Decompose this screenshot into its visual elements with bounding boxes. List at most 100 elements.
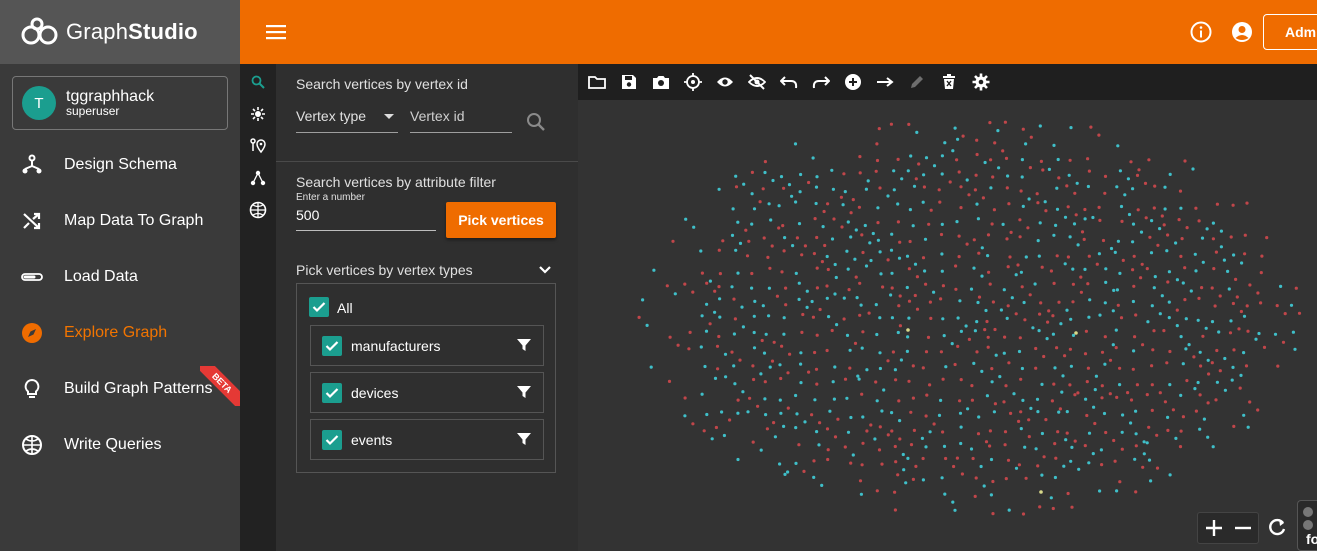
graph-vertex[interactable] <box>730 233 735 237</box>
graph-vertex[interactable] <box>858 479 863 483</box>
graph-vertex[interactable] <box>733 382 737 386</box>
graph-vertex[interactable] <box>732 364 736 368</box>
graph-vertex[interactable] <box>1065 184 1069 188</box>
graph-vertex[interactable] <box>886 258 890 262</box>
graph-vertex[interactable] <box>1206 358 1210 362</box>
graph-vertex[interactable] <box>783 472 787 476</box>
graph-vertex[interactable] <box>843 190 847 194</box>
graph-vertex[interactable] <box>1166 428 1170 432</box>
graph-vertex[interactable] <box>768 365 772 369</box>
graph-vertex[interactable] <box>1020 285 1024 289</box>
graph-vertex[interactable] <box>812 475 816 479</box>
graph-vertex[interactable] <box>826 448 830 452</box>
graph-vertex[interactable] <box>958 399 962 403</box>
graph-vertex[interactable] <box>750 286 754 290</box>
graph-vertex[interactable] <box>1113 459 1117 463</box>
graph-vertex[interactable] <box>908 208 912 212</box>
graph-vertex[interactable] <box>1115 288 1119 292</box>
graph-vertex[interactable] <box>1050 399 1054 403</box>
graph-vertex[interactable] <box>1260 254 1264 258</box>
graph-vertex[interactable] <box>941 430 945 434</box>
graph-vertex[interactable] <box>1167 300 1171 304</box>
graph-vertex[interactable] <box>1244 364 1249 368</box>
graph-vertex[interactable] <box>902 468 906 472</box>
graph-vertex[interactable] <box>1097 205 1101 209</box>
graph-vertex[interactable] <box>847 288 851 292</box>
graph-vertex[interactable] <box>923 269 927 273</box>
graph-vertex[interactable] <box>959 425 963 429</box>
graph-vertex[interactable] <box>1234 277 1238 281</box>
graph-vertex[interactable] <box>1147 425 1151 429</box>
graph-vertex[interactable] <box>965 242 969 246</box>
graph-vertex[interactable] <box>1179 393 1183 397</box>
graph-vertex[interactable] <box>736 457 740 462</box>
graph-vertex[interactable] <box>956 137 960 141</box>
graph-vertex[interactable] <box>797 297 801 301</box>
graph-vertex[interactable] <box>986 233 991 237</box>
graph-vertex[interactable] <box>1226 269 1230 273</box>
globe-query-icon[interactable] <box>248 200 268 220</box>
graph-vertex[interactable] <box>951 500 955 504</box>
graph-vertex[interactable] <box>905 254 910 258</box>
graph-vertex-highlighted[interactable] <box>1074 331 1078 335</box>
graph-vertex[interactable] <box>759 372 763 376</box>
graph-vertex[interactable] <box>1118 480 1122 484</box>
graph-vertex[interactable] <box>1079 290 1083 294</box>
graph-vertex[interactable] <box>1183 298 1187 302</box>
graph-vertex[interactable] <box>1162 223 1166 227</box>
graph-vertex[interactable] <box>1010 296 1014 300</box>
graph-vertex[interactable] <box>1017 419 1021 423</box>
graph-vertex[interactable] <box>1111 309 1115 313</box>
graph-vertex[interactable] <box>922 185 926 189</box>
graph-vertex[interactable] <box>959 441 963 446</box>
graph-vertex[interactable] <box>880 462 884 466</box>
graph-vertex[interactable] <box>1114 328 1118 332</box>
locate-icon[interactable] <box>683 72 703 92</box>
graph-vertex[interactable] <box>783 236 787 240</box>
graph-vertex[interactable] <box>942 444 947 448</box>
graph-vertex[interactable] <box>1019 410 1023 414</box>
graph-vertex[interactable] <box>684 217 688 221</box>
graph-vertex[interactable] <box>715 344 720 348</box>
graph-vertex[interactable] <box>1103 191 1107 195</box>
graph-vertex[interactable] <box>641 298 645 302</box>
graph-vertex[interactable] <box>1059 322 1063 326</box>
graph-vertex[interactable] <box>794 393 798 398</box>
graph-vertex[interactable] <box>890 316 894 320</box>
graph-vertex[interactable] <box>1194 269 1198 273</box>
graph-vertex[interactable] <box>1083 267 1087 271</box>
graph-vertex[interactable] <box>1086 157 1090 161</box>
graph-vertex[interactable] <box>831 380 835 384</box>
graph-vertex[interactable] <box>890 232 894 236</box>
graph-vertex[interactable] <box>1028 166 1032 170</box>
graph-vertex[interactable] <box>1129 421 1133 425</box>
graph-vertex[interactable] <box>940 476 944 480</box>
graph-vertex[interactable] <box>1104 430 1108 435</box>
graph-vertex[interactable] <box>1040 473 1044 477</box>
graph-vertex[interactable] <box>1035 397 1040 401</box>
screenshot-icon[interactable] <box>651 72 671 92</box>
graph-vertex[interactable] <box>1087 461 1091 465</box>
graph-vertex[interactable] <box>966 407 970 411</box>
graph-vertex[interactable] <box>1116 303 1120 307</box>
search-icon[interactable] <box>526 112 546 132</box>
graph-vertex[interactable] <box>758 200 762 204</box>
graph-vertex[interactable] <box>717 285 721 289</box>
graph-vertex[interactable] <box>1082 237 1086 241</box>
graph-vertex[interactable] <box>1085 380 1089 384</box>
graph-vertex[interactable] <box>782 186 786 190</box>
graph-vertex[interactable] <box>736 220 740 224</box>
graph-vertex[interactable] <box>858 171 862 175</box>
redo-icon[interactable] <box>811 72 831 92</box>
graph-vertex[interactable] <box>953 126 957 130</box>
graph-vertex[interactable] <box>1087 169 1091 173</box>
graph-vertex[interactable] <box>786 406 790 410</box>
graph-vertex[interactable] <box>1094 374 1098 378</box>
graph-vertex[interactable] <box>676 343 680 347</box>
graph-vertex[interactable] <box>756 404 760 408</box>
graph-vertex[interactable] <box>875 399 879 403</box>
graph-vertex[interactable] <box>1023 318 1027 322</box>
menu-icon[interactable] <box>266 22 286 42</box>
graph-vertex[interactable] <box>746 410 750 414</box>
graph-vertex[interactable] <box>1151 348 1155 352</box>
